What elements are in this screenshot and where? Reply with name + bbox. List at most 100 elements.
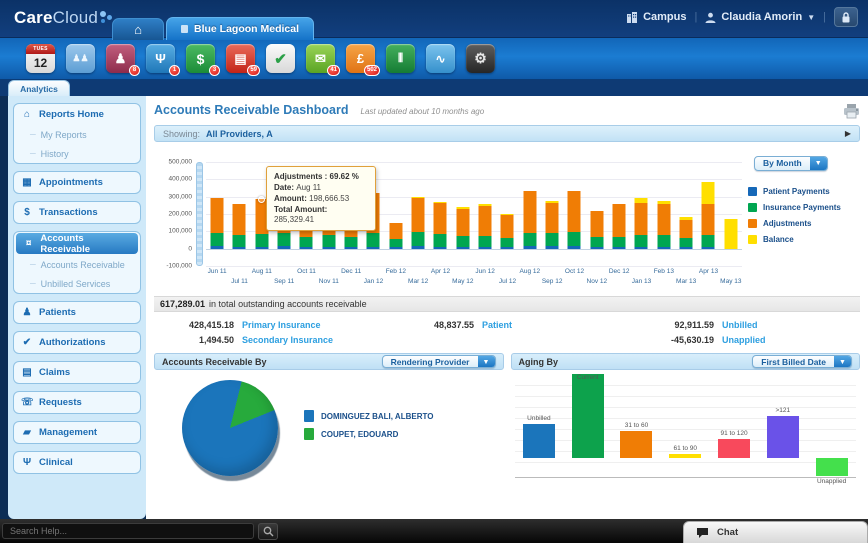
sidebar-item-requests[interactable]: ☏ Requests [14, 392, 140, 413]
contacts-app-icon[interactable]: ♟ 8 [106, 44, 140, 76]
x-tick-label: Oct 11 [297, 268, 316, 275]
bar-month-dec-12[interactable] [608, 162, 630, 266]
aging-bar-31-to-60[interactable] [620, 430, 653, 458]
search-help-input[interactable] [2, 523, 254, 539]
bar-month-mar-13[interactable] [675, 162, 697, 266]
bar-segment [701, 246, 715, 249]
sidebar-group: $ Transactions [13, 201, 141, 224]
sidebar-item-clinical[interactable]: Ψ Clinical [14, 452, 140, 473]
bar-segment [634, 198, 648, 203]
aging-bar-91-to-120[interactable] [718, 439, 751, 458]
sidebar-item-accounts-receivable[interactable]: ¤ Accounts Receivable [16, 232, 138, 255]
bar-segment [389, 222, 403, 240]
bar-segment [433, 201, 447, 203]
sidebar-group: ♟ Patients [13, 301, 141, 324]
aging-bar-current[interactable] [571, 374, 604, 458]
lock-button[interactable] [834, 7, 858, 27]
analytics-app-app-icon[interactable]: ∿ [426, 44, 455, 73]
library-app-icon[interactable]: ⫴ [386, 44, 415, 73]
campus-menu[interactable]: Campus [626, 11, 686, 23]
chat-widget[interactable]: Chat [683, 521, 868, 543]
bar-segment [299, 246, 313, 249]
sidebar-item-reports-home[interactable]: ⌂ Reports Home [14, 104, 140, 125]
sidebar-subitem-history[interactable]: ─ History [14, 144, 140, 163]
bar-month-nov-12[interactable] [586, 162, 608, 266]
collections-app-icon[interactable]: £502 [346, 44, 380, 76]
dropdown-value: First Billed Date [761, 357, 826, 367]
sidebar-item-transactions[interactable]: $ Transactions [14, 202, 140, 223]
bar-month-jan-13[interactable] [630, 162, 652, 266]
aging-bar-61-to-90[interactable] [669, 454, 702, 458]
sidebar-item-appointments[interactable]: ▦ Appointments [14, 172, 140, 193]
bar-month-mar-12[interactable] [407, 162, 429, 266]
print-button[interactable] [843, 104, 860, 124]
bar-segment [612, 204, 626, 237]
x-tick-label: Apr 13 [698, 268, 719, 275]
bar-month-aug-12[interactable] [519, 162, 541, 266]
breakdown-label[interactable]: Secondary Insurance [242, 335, 333, 345]
provider-pie-chart[interactable] [182, 380, 278, 476]
breakdown-label[interactable]: Primary Insurance [242, 320, 321, 330]
calendar-app-icon[interactable]: TUES 12 [26, 44, 55, 73]
patients-group-app-icon[interactable]: ♟♟ [66, 44, 95, 73]
analytics-app-icon: ∿ [435, 51, 446, 66]
tab-analytics[interactable]: Analytics [8, 80, 70, 96]
user-menu[interactable]: Claudia Amorin ▼ [705, 11, 815, 23]
billing-app-icon[interactable]: $3 [186, 44, 220, 76]
legend-item: Insurance Payments [748, 203, 841, 212]
breakdown-label[interactable]: Patient [482, 320, 512, 330]
aging-bar-label: Current [576, 374, 599, 381]
bar-month-oct-12[interactable] [563, 162, 585, 266]
bar-segment [567, 190, 581, 233]
sidebar-subitem-accounts-receivable[interactable]: ─ Accounts Receivable [14, 255, 140, 274]
sidebar-item-label: Accounts Receivable [40, 232, 91, 255]
bar-segment [634, 246, 648, 249]
clinical-app-app-icon[interactable]: Ψ1 [146, 44, 180, 76]
tasks-app-icon[interactable]: ✔ [266, 44, 295, 73]
sidebar-item-management[interactable]: ▰ Management [14, 422, 140, 443]
bar-month-jun-11[interactable] [206, 162, 228, 266]
bar-month-jul-11[interactable] [228, 162, 250, 266]
bar-month-feb-12[interactable] [385, 162, 407, 266]
sidebar-item-patients[interactable]: ♟ Patients [14, 302, 140, 323]
aging-bar-unapplied[interactable] [815, 458, 848, 476]
user-icon [705, 12, 716, 23]
x-tick-label: Jun 11 [207, 268, 227, 275]
sidebar-subitem-unbilled-services[interactable]: ─ Unbilled Services [14, 274, 140, 293]
claims-app-app-icon[interactable]: ▤ 59 [226, 44, 260, 76]
aging-bar-unbilled[interactable] [522, 424, 555, 458]
tab-home[interactable]: ⌂ [112, 18, 164, 40]
ar-breakdown: 428,415.18 Primary Insurance 48,837.55 Pati… [154, 312, 860, 351]
bar-month-jul-12[interactable] [496, 162, 518, 266]
bar-month-jun-12[interactable] [474, 162, 496, 266]
x-tick-label: Jan 13 [631, 278, 652, 285]
aging-bar--121[interactable] [766, 415, 799, 458]
showing-filter-bar[interactable]: Showing: All Providers, A ▶ [154, 125, 860, 142]
bar-month-may-13[interactable] [720, 162, 742, 266]
settings-app-icon[interactable]: ⚙ [466, 44, 495, 73]
lock-icon [842, 11, 850, 22]
claims-app-icon: ▤ [234, 50, 247, 66]
bar-month-apr-13[interactable] [697, 162, 719, 266]
search-button[interactable] [258, 522, 278, 540]
messages-app-icon[interactable]: ✉ 41 [306, 44, 340, 76]
tab-blue-lagoon-medical[interactable]: Blue Lagoon Medical [166, 17, 315, 40]
sidebar-item-authorizations[interactable]: ✔ Authorizations [14, 332, 140, 353]
breakdown-label[interactable]: Unapplied [722, 335, 766, 345]
bar-month-feb-13[interactable] [653, 162, 675, 266]
next-arrow-button[interactable]: ▶ [845, 129, 851, 138]
sidebar-subitem-my-reports[interactable]: ─ My Reports [14, 125, 140, 144]
bar-segment [411, 232, 425, 247]
rendering-provider-dropdown[interactable]: Rendering Provider ▼ [381, 355, 496, 368]
bar-month-sep-12[interactable] [541, 162, 563, 266]
panel-title: Accounts Receivable By [162, 356, 267, 367]
first-billed-date-dropdown[interactable]: First Billed Date ▼ [752, 355, 852, 368]
chart-scroll-handle[interactable] [196, 162, 203, 266]
legend-item: Adjustments [748, 219, 841, 228]
sidebar-item-claims[interactable]: ▤ Claims [14, 362, 140, 383]
interval-dropdown[interactable]: By Month ▼ [754, 156, 828, 171]
bar-month-apr-12[interactable] [429, 162, 451, 266]
bar-month-may-12[interactable] [452, 162, 474, 266]
breakdown-label[interactable]: Unbilled [722, 320, 758, 330]
bar-segment [523, 233, 537, 247]
